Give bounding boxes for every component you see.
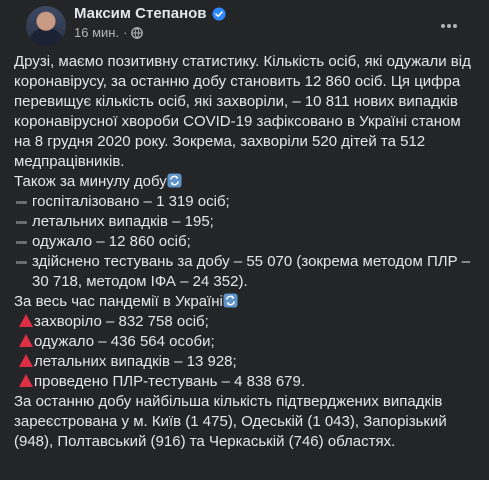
- facebook-post: Максим Степанов 16 мин. · Друзі, маємо п…: [0, 0, 489, 480]
- list-item: госпіталізовано – 1 319 осіб;: [14, 192, 475, 212]
- list-item: здійснено тестувань за добу – 55 070 (зо…: [14, 252, 475, 292]
- arrows-clockwise-emoji-icon: [223, 293, 238, 308]
- list-item-text: здійснено тестувань за добу – 55 070 (зо…: [32, 253, 471, 290]
- list-item-text: летальних випадків – 13 928;: [34, 353, 237, 370]
- list-item: летальних випадків – 13 928;: [18, 352, 475, 372]
- red-triangle-icon: [19, 334, 33, 347]
- post-header: Максим Степанов 16 мин. ·: [14, 0, 475, 52]
- dash-bullet-icon: [16, 241, 27, 244]
- list-item: захворіло – 832 758 осіб;: [18, 312, 475, 332]
- list-item: проведено ПЛР-тестувань – 4 838 679.: [18, 372, 475, 392]
- post-timestamp[interactable]: 16 мин.: [74, 25, 119, 40]
- daily-title-text: Також за минулу добу: [14, 173, 167, 190]
- post-body: Друзі, маємо позитивну статистику. Кільк…: [14, 52, 475, 452]
- dash-bullet-icon: [16, 261, 27, 264]
- list-item-text: одужало – 436 564 особи;: [34, 333, 215, 350]
- list-item: одужало – 12 860 осіб;: [14, 232, 475, 252]
- verified-badge-icon: [211, 6, 226, 21]
- intro-paragraph: Друзі, маємо позитивну статистику. Кільк…: [14, 53, 471, 170]
- total-list: захворіло – 832 758 осіб; одужало – 436 …: [14, 312, 475, 392]
- more-options-button[interactable]: [431, 8, 467, 44]
- red-triangle-icon: [19, 374, 33, 387]
- author-row: Максим Степанов: [74, 5, 226, 22]
- meta-separator: ·: [123, 25, 128, 40]
- red-triangle-icon: [19, 314, 33, 327]
- red-triangle-icon: [19, 354, 33, 367]
- list-item-text: проведено ПЛР-тестувань – 4 838 679.: [34, 373, 306, 390]
- more-dots-icon: [441, 24, 457, 28]
- regions-paragraph: За останню добу найбільша кількість підт…: [14, 393, 447, 450]
- daily-section-title: Також за минулу добу: [14, 172, 475, 192]
- list-item-text: летальних випадків – 195;: [32, 213, 214, 230]
- total-section-title: За весь час пандемії в Україні: [14, 292, 475, 312]
- daily-list: госпіталізовано – 1 319 осіб; летальних …: [14, 192, 475, 292]
- globe-icon[interactable]: [131, 26, 144, 39]
- dash-bullet-icon: [16, 201, 27, 204]
- list-item-text: одужало – 12 860 осіб;: [32, 233, 191, 250]
- arrows-clockwise-emoji-icon: [167, 173, 182, 188]
- author-avatar[interactable]: [26, 6, 66, 46]
- list-item: одужало – 436 564 особи;: [18, 332, 475, 352]
- list-item-text: захворіло – 832 758 осіб;: [34, 313, 209, 330]
- list-item-text: госпіталізовано – 1 319 осіб;: [32, 193, 230, 210]
- author-name[interactable]: Максим Степанов: [74, 5, 207, 22]
- list-item: летальних випадків – 195;: [14, 212, 475, 232]
- dash-bullet-icon: [16, 221, 27, 224]
- total-title-text: За весь час пандемії в Україні: [14, 293, 223, 310]
- post-meta: 16 мин. ·: [74, 25, 144, 40]
